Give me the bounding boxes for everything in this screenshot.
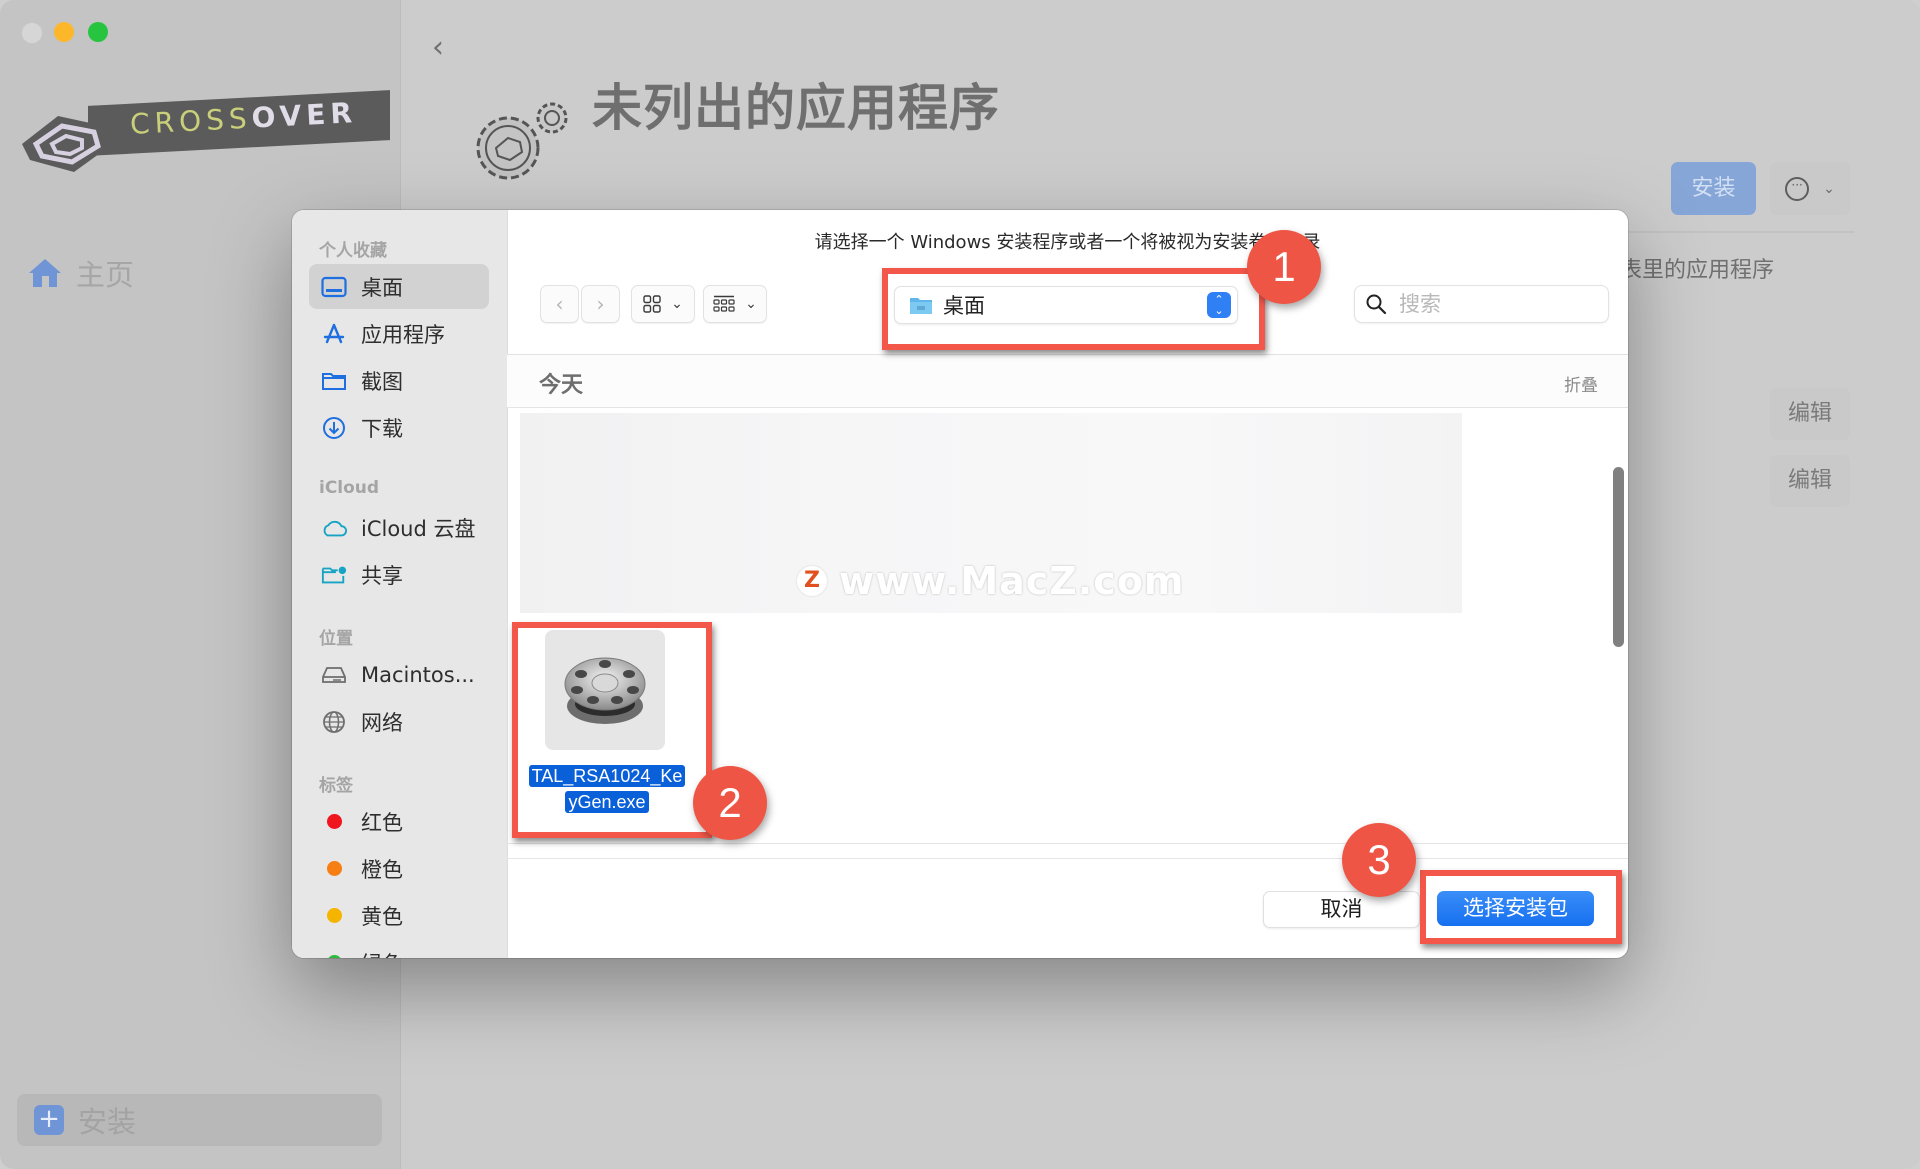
annotation-box-file bbox=[512, 622, 712, 838]
sidebar-item-network[interactable]: 网络 bbox=[309, 699, 489, 744]
sidebar-item-label: 网络 bbox=[361, 710, 403, 735]
sidebar-item-label: 橙色 bbox=[361, 857, 403, 882]
tag-dot-icon bbox=[326, 814, 342, 829]
sidebar-item-label: Macintos... bbox=[361, 662, 475, 687]
sidebar-section-locations: 位置 bbox=[319, 629, 353, 649]
sidebar-item-applications[interactable]: 应用程序 bbox=[309, 311, 489, 356]
sidebar-item-shared[interactable]: 共享 bbox=[309, 552, 489, 597]
window-minimize-button[interactable] bbox=[54, 22, 74, 42]
download-icon bbox=[323, 416, 345, 439]
home-icon bbox=[29, 259, 61, 287]
sidebar-item-macintosh-hd[interactable]: Macintos... bbox=[309, 652, 489, 697]
sidebar-item-label: 黄色 bbox=[361, 904, 403, 929]
sidebar-item-label: 共享 bbox=[361, 563, 403, 588]
edit-button[interactable]: 编辑 bbox=[1770, 388, 1850, 440]
sidebar-item-downloads[interactable]: 下载 bbox=[309, 405, 489, 450]
search-field[interactable] bbox=[1354, 285, 1609, 323]
group-header: 今天 折叠 bbox=[507, 355, 1628, 407]
sidebar-tag-green[interactable]: 绿色 bbox=[309, 940, 489, 958]
file-preview-area: Z www.MacZ.com bbox=[520, 413, 1462, 613]
sidebar-item-desktop[interactable]: 桌面 bbox=[309, 264, 489, 309]
scrollbar-thumb[interactable] bbox=[1613, 467, 1624, 647]
sidebar-item-icloud-drive[interactable]: iCloud 云盘 bbox=[309, 505, 489, 550]
cancel-button[interactable]: 取消 bbox=[1263, 891, 1420, 928]
annotation-box-confirm bbox=[1420, 870, 1622, 944]
crossover-logo: CROSSOVER bbox=[18, 88, 390, 178]
list-description: 表里的应用程序 bbox=[1620, 258, 1775, 283]
shared-folder-icon bbox=[321, 566, 347, 583]
sidebar-section-favorites: 个人收藏 bbox=[319, 241, 387, 261]
window-zoom-button[interactable] bbox=[88, 22, 108, 42]
chevron-down-icon: ⌄ bbox=[745, 296, 757, 312]
annotation-badge-3: 3 bbox=[1342, 823, 1416, 897]
back-button[interactable]: ‹ bbox=[540, 285, 579, 323]
sidebar-item-label: 桌面 bbox=[361, 275, 403, 300]
sidebar-item-label: 下载 bbox=[361, 416, 403, 441]
collapse-button[interactable]: 折叠 bbox=[1564, 371, 1598, 396]
annotation-badge-1: 1 bbox=[1247, 230, 1321, 304]
search-input[interactable] bbox=[1397, 291, 1591, 317]
footer-divider bbox=[507, 843, 1628, 844]
sidebar-item-label: 绿色 bbox=[361, 948, 403, 959]
sidebar-item-screenshots[interactable]: 截图 bbox=[309, 358, 489, 403]
chevron-down-icon: ⌄ bbox=[671, 296, 683, 312]
sidebar-item-label: 红色 bbox=[361, 810, 403, 835]
page-title: 未列出的应用程序 bbox=[592, 79, 1000, 137]
watermark-logo-icon: Z bbox=[797, 566, 827, 596]
dialog-sidebar: 个人收藏 桌面 应用程序 截图 下载 iCloud iCloud 云盘 共享 位… bbox=[292, 210, 508, 958]
chevron-down-icon: ⌄ bbox=[1823, 180, 1835, 197]
dialog-prompt: 请选择一个 Windows 安装程序或者一个将被视为安装卷的目录 bbox=[814, 232, 1321, 253]
sidebar-install-button[interactable]: + 安装 bbox=[17, 1094, 382, 1146]
watermark-text: www.MacZ.com bbox=[839, 559, 1185, 603]
forward-button[interactable]: › bbox=[581, 285, 620, 323]
footer-divider bbox=[507, 858, 1628, 859]
folder-icon bbox=[322, 372, 346, 390]
edit-button[interactable]: 编辑 bbox=[1770, 455, 1850, 507]
chevron-left-icon: ‹ bbox=[555, 292, 564, 316]
tag-dot-icon bbox=[326, 861, 342, 876]
sidebar-tag-orange[interactable]: 橙色 bbox=[309, 846, 489, 891]
sidebar-tag-yellow[interactable]: 黄色 bbox=[309, 893, 489, 938]
sidebar-item-label: 应用程序 bbox=[361, 322, 445, 347]
sidebar-item-label: iCloud 云盘 bbox=[361, 516, 476, 541]
applications-icon bbox=[323, 323, 345, 343]
group-divider bbox=[507, 407, 1628, 408]
ellipsis-circle-icon: ··· bbox=[1785, 176, 1810, 201]
sidebar-item-home[interactable]: 主页 bbox=[28, 252, 134, 294]
install-label: 安装 bbox=[78, 1105, 137, 1139]
header-install-button[interactable]: 安装 bbox=[1671, 162, 1756, 215]
search-icon bbox=[1366, 294, 1387, 315]
sidebar-tag-red[interactable]: 红色 bbox=[309, 799, 489, 844]
sidebar-section-tags: 标签 bbox=[319, 776, 353, 796]
group-title: 今天 bbox=[539, 373, 584, 398]
crossover-mark-icon bbox=[22, 116, 110, 172]
group-by-icon bbox=[713, 295, 735, 312]
annotation-box-location bbox=[882, 268, 1265, 350]
disk-icon bbox=[322, 666, 346, 683]
sidebar-item-label: 主页 bbox=[76, 258, 135, 292]
watermark: Z www.MacZ.com bbox=[797, 559, 1185, 603]
more-options-button[interactable]: ··· ⌄ bbox=[1770, 162, 1850, 215]
tag-dot-icon bbox=[326, 908, 342, 923]
group-by-button[interactable]: ⌄ bbox=[703, 285, 767, 323]
view-mode-button[interactable]: ⌄ bbox=[631, 285, 695, 323]
annotation-badge-2: 2 bbox=[693, 766, 767, 840]
gear-icon bbox=[476, 102, 568, 180]
sidebar-section-icloud: iCloud bbox=[319, 478, 380, 498]
window-close-button[interactable] bbox=[21, 22, 43, 44]
tag-dot-icon bbox=[326, 955, 342, 958]
back-chevron-icon[interactable]: ‹ bbox=[432, 30, 444, 65]
globe-icon bbox=[323, 710, 345, 733]
desktop-icon bbox=[321, 276, 347, 297]
sidebar-item-label: 截图 bbox=[361, 369, 403, 394]
cloud-icon bbox=[323, 520, 347, 536]
plus-icon: + bbox=[34, 1105, 64, 1135]
chevron-right-icon: › bbox=[596, 292, 605, 316]
history-nav: ‹ › bbox=[540, 285, 620, 323]
grid-view-icon bbox=[643, 295, 661, 313]
